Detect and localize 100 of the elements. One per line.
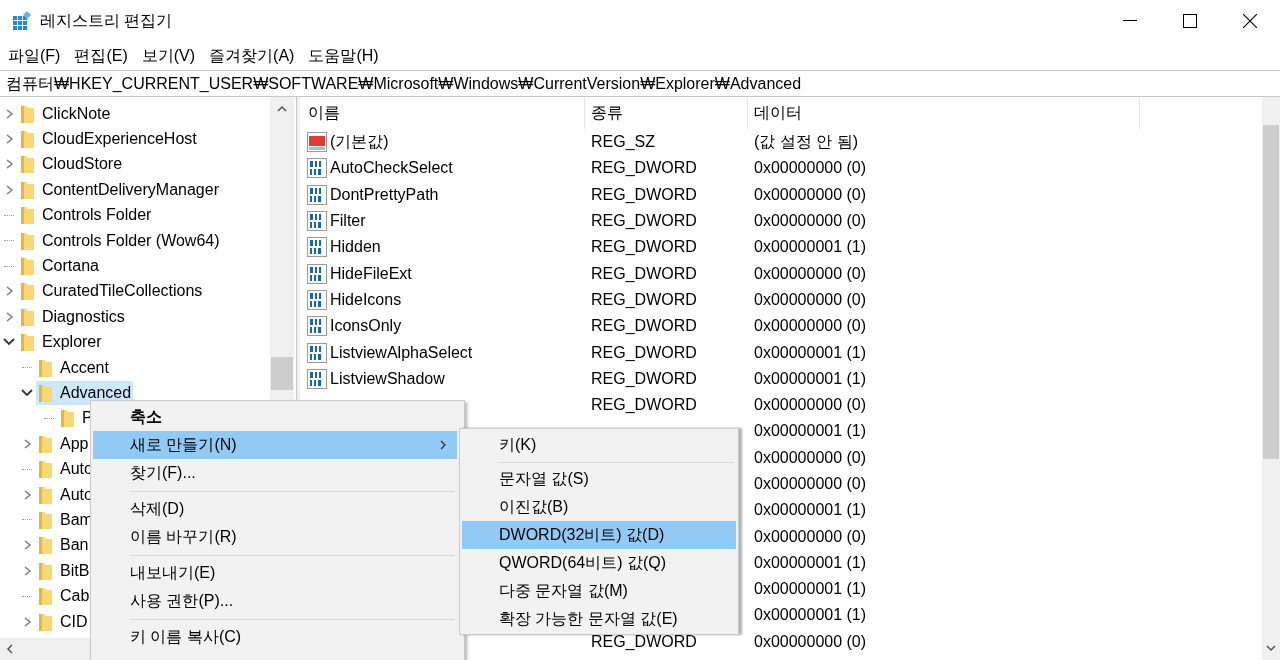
value-type: REG_DWORD	[591, 290, 697, 308]
menu-item[interactable]: 새로 만들기(N)	[93, 431, 457, 459]
tree-item[interactable]: BitB	[36, 558, 92, 583]
value-name[interactable]: Hidden	[330, 239, 381, 256]
window-title: 레지스트리 편집기	[40, 11, 173, 31]
folder-icon	[60, 408, 76, 429]
value-name[interactable]: HideFileExt	[330, 265, 412, 282]
folder-icon	[20, 230, 36, 251]
menu-item[interactable]: 키 이름 복사(C)	[93, 623, 457, 651]
value-data: 0x00000000 (0)	[754, 396, 867, 414]
value-data: 0x00000001 (1)	[754, 422, 867, 440]
menu-item[interactable]: 키(K)	[462, 431, 736, 459]
folder-icon	[38, 535, 54, 556]
value-name[interactable]: IconsOnly	[330, 318, 402, 335]
minimize-icon	[1123, 20, 1137, 22]
column-header[interactable]: 이름	[300, 97, 585, 129]
value-data: 0x00000001 (1)	[754, 606, 867, 624]
tree-item[interactable]: ContentDeliveryManager	[18, 177, 221, 202]
folder-icon	[20, 205, 36, 226]
value-type: REG_DWORD	[591, 185, 697, 203]
tree-item[interactable]: Controls Folder (Wow64)	[18, 228, 222, 253]
value-data: 0x00000000 (0)	[754, 527, 867, 545]
close-icon	[1243, 14, 1257, 28]
menu-item[interactable]: 문자열 값(S)	[462, 465, 736, 493]
folder-icon	[38, 509, 54, 530]
binary-value-icon	[307, 263, 327, 284]
tree-item[interactable]: ClickNote	[18, 101, 113, 126]
value-data: 0x00000001 (1)	[754, 501, 867, 519]
menu-item[interactable]: 축소	[93, 403, 457, 431]
binary-value-icon	[307, 184, 327, 205]
value-data: 0x00000000 (0)	[754, 290, 867, 308]
tree-item[interactable]: Controls Folder	[18, 203, 154, 228]
value-type: REG_DWORD	[591, 159, 697, 177]
tree-item[interactable]: CloudStore	[18, 152, 125, 177]
value-name[interactable]: HideIcons	[330, 291, 402, 308]
value-type: REG_DWORD	[591, 264, 697, 282]
value-data: 0x00000001 (1)	[754, 343, 867, 361]
menu-bar-item[interactable]: 도움말(H)	[308, 44, 379, 68]
value-data: 0x00000000 (0)	[754, 632, 867, 650]
menu-item[interactable]: 이진값(B)	[462, 493, 736, 521]
tree-item[interactable]: Ban	[36, 533, 91, 558]
folder-icon	[20, 306, 36, 327]
menu-item[interactable]: 이름 바꾸기(R)	[93, 523, 457, 551]
registry-icon	[12, 11, 32, 31]
tree-item[interactable]: CuratedTileCollections	[18, 279, 205, 304]
menu-item[interactable]: 사용 권한(P)...	[93, 587, 457, 615]
value-data: 0x00000000 (0)	[754, 475, 867, 492]
menu-item[interactable]: 삭제(D)	[93, 495, 457, 523]
folder-icon	[20, 103, 36, 124]
string-value-icon	[307, 132, 327, 153]
binary-value-icon	[307, 316, 327, 337]
value-data: 0x00000000 (0)	[754, 317, 867, 335]
value-name[interactable]: DontPrettyPath	[330, 186, 439, 203]
folder-icon	[20, 256, 36, 277]
column-header[interactable]: 데이터	[748, 97, 1140, 129]
menu-bar-item[interactable]: 편집(E)	[74, 44, 128, 68]
tree-item[interactable]: Diagnostics	[18, 304, 127, 329]
menu-bar-item[interactable]: 보기(V)	[141, 44, 196, 68]
value-name[interactable]: ListviewAlphaSelect	[330, 344, 473, 361]
menu-item[interactable]: DWORD(32비트) 값(D)	[462, 521, 736, 549]
column-header[interactable]: 종류	[585, 97, 748, 129]
menu-item[interactable]: 내보내기(E)	[93, 559, 457, 587]
tree-item[interactable]: Cortana	[18, 254, 101, 279]
menu-item[interactable]: QWORD(64비트) 값(Q)	[462, 549, 736, 577]
menu-item[interactable]: 확장 가능한 문자열 값(E)	[462, 605, 736, 633]
tree-item[interactable]: App	[36, 431, 91, 456]
menu-bar-item[interactable]: 즐겨찾기(A)	[209, 44, 295, 68]
tree-item[interactable]: Accent	[36, 355, 111, 380]
binary-value-icon	[307, 368, 327, 389]
value-type: REG_DWORD	[591, 369, 697, 387]
value-data: 0x00000000 (0)	[754, 212, 867, 230]
folder-icon	[38, 433, 54, 454]
folder-icon	[20, 332, 36, 353]
binary-value-icon	[307, 158, 327, 179]
value-data: 0x00000001 (1)	[754, 580, 867, 598]
value-name[interactable]: AutoCheckSelect	[330, 160, 453, 177]
value-data: 0x00000000 (0)	[754, 264, 867, 282]
menu-bar-item[interactable]: 파일(F)	[8, 44, 61, 68]
scrollbar-thumb[interactable]	[1263, 125, 1279, 459]
value-data: (값 설정 안 됨)	[754, 133, 858, 151]
tree-item[interactable]: CloudExperienceHost	[18, 127, 199, 152]
menu-item[interactable]: 찾기(F)...	[93, 459, 457, 487]
vertical-scrollbar[interactable]	[1262, 97, 1280, 660]
value-type: REG_DWORD	[591, 632, 697, 650]
address-field[interactable]: 컴퓨터₩HKEY_CURRENT_USER₩SOFTWARE₩Microsoft₩Windows₩CurrentVersion₩Explorer₩Advanced	[0, 70, 1280, 97]
scrollbar-thumb[interactable]	[271, 357, 293, 390]
menu-item[interactable]: 다중 문자열 값(M)	[462, 577, 736, 605]
value-name[interactable]: (기본값)	[330, 134, 389, 151]
value-type: REG_DWORD	[591, 396, 697, 414]
tree-item[interactable]: Cab	[36, 584, 92, 609]
value-data: 0x00000000 (0)	[754, 159, 867, 177]
value-name[interactable]: ListviewShadow	[330, 370, 445, 387]
value-name[interactable]: Filter	[330, 213, 366, 230]
scroll-left-icon	[6, 643, 14, 655]
tree-item[interactable]: Explorer	[18, 330, 104, 355]
binary-value-icon	[307, 211, 327, 232]
tree-item[interactable]: CID	[36, 609, 90, 634]
folder-icon	[20, 281, 36, 302]
folder-icon	[20, 129, 36, 150]
tree-item[interactable]: Advanced	[36, 381, 134, 405]
